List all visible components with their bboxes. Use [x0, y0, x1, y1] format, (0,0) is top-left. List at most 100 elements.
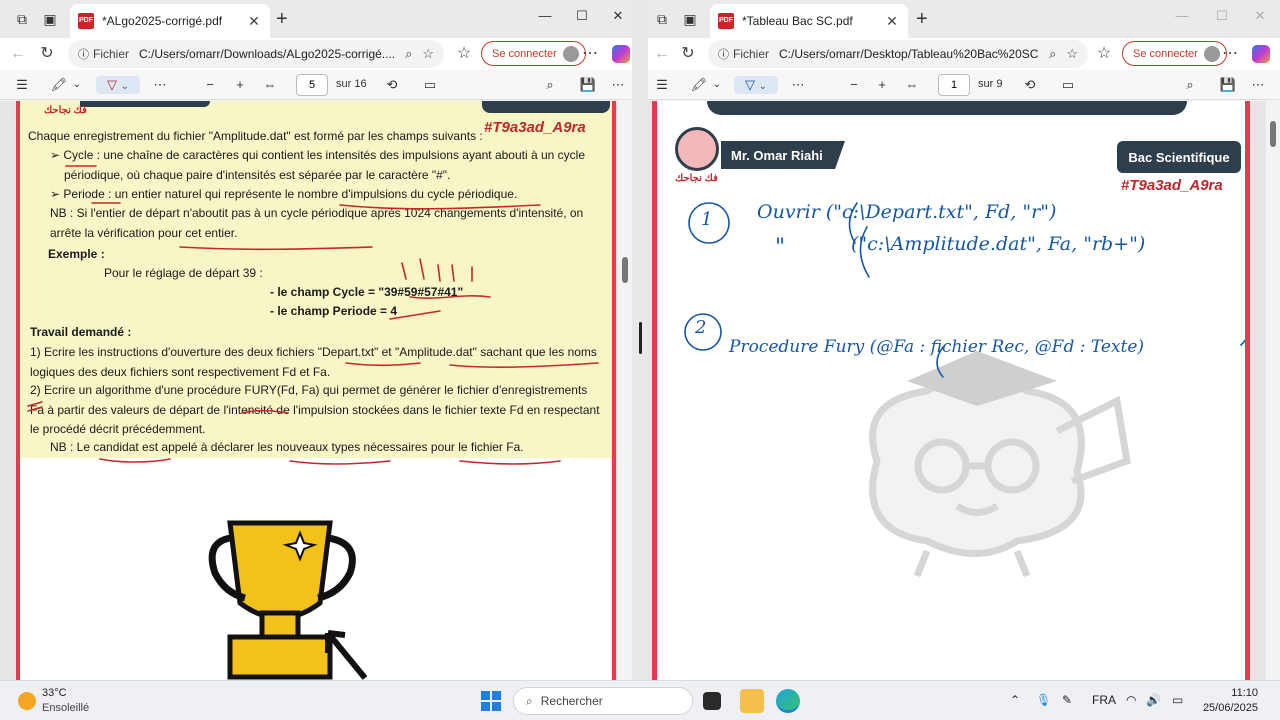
highlight-chevron-icon[interactable]: ⌄ — [710, 76, 724, 94]
clock[interactable]: 11:10 25/06/2025 — [1203, 686, 1258, 716]
task-view-icon[interactable] — [703, 692, 721, 710]
search-icon: ⌕ — [526, 693, 533, 708]
scrollbar-thumb[interactable] — [1270, 121, 1276, 147]
pdf-icon: PDF — [718, 13, 734, 29]
page-view-icon[interactable]: ▭ — [420, 76, 440, 94]
page-view-icon[interactable]: ▭ — [1058, 76, 1078, 94]
edge-browser-icon[interactable] — [776, 689, 800, 713]
copilot-icon[interactable] — [1252, 45, 1270, 63]
page-total: sur 16 — [336, 78, 367, 90]
battery-icon[interactable]: ▭ — [1172, 693, 1183, 707]
pdf-toolbar: ☰ 🖍 ⌄ ▽ ⌄ ⋯ − + ⇔ 5 sur 16 ⟲ ▭ ⌕ 💾 ⋯ — [0, 70, 632, 100]
favorite-star-icon[interactable]: ☆ — [422, 46, 434, 62]
show-hidden-icons[interactable]: ⌃ — [1010, 693, 1020, 707]
hw-question-1: 1 — [701, 209, 713, 230]
pdf-page: فك نجاحك Mr. Omar Riahi Bac Scientifique… — [652, 101, 1250, 680]
windows-taskbar: 33°C Ensoleillé ⌕ Rechercher ⌃ 🎙 ✎ FRA ◠… — [0, 680, 1280, 720]
avatar-icon — [562, 45, 579, 62]
favorites-icon[interactable]: ☆ — [454, 44, 474, 64]
start-button[interactable] — [481, 691, 501, 711]
highlight-icon[interactable]: 🖍 — [688, 76, 710, 94]
save-icon[interactable]: 💾 — [578, 76, 598, 94]
tab-algo-pdf[interactable]: PDF *ALgo2025-corrigé.pdf ✕ — [70, 4, 270, 38]
more-menu-icon[interactable]: ⋯ — [1220, 44, 1240, 64]
close-window-button[interactable]: ✕ — [1248, 8, 1272, 24]
info-icon[interactable]: ⓘ — [78, 46, 89, 62]
date-text: 25/06/2025 — [1202, 702, 1258, 714]
weather-condition[interactable]: Ensoleillé — [42, 702, 89, 714]
copilot-icon[interactable] — [612, 45, 630, 63]
more-menu-icon[interactable]: ⋯ — [580, 44, 600, 64]
refresh-button[interactable]: ↻ — [678, 44, 698, 64]
fit-page-icon[interactable]: ⇔ — [260, 76, 280, 94]
file-scheme-label: Fichier — [733, 47, 770, 61]
highlight-icon[interactable]: 🖍 — [48, 76, 70, 94]
highlight-chevron-icon[interactable]: ⌄ — [70, 76, 84, 94]
sign-in-button[interactable]: Se connecter — [1122, 41, 1227, 66]
pen-icon[interactable]: ✎ — [1062, 693, 1072, 707]
divider-grip[interactable] — [639, 322, 642, 354]
zoom-icon[interactable]: ⌕ — [405, 46, 412, 62]
close-tab-icon[interactable]: ✕ — [884, 13, 900, 30]
language-indicator[interactable]: FRA — [1092, 693, 1116, 707]
pdf-more-icon[interactable]: ⋯ — [1248, 76, 1268, 94]
pdf-icon: PDF — [78, 13, 94, 29]
maximize-button[interactable]: ☐ — [570, 8, 594, 24]
address-input[interactable]: ⓘ Fichier C:/Users/omarr/Downloads/ALgo2… — [68, 40, 444, 68]
minimize-button[interactable]: — — [1170, 8, 1194, 23]
close-tab-icon[interactable]: ✕ — [246, 13, 262, 30]
maximize-button[interactable]: ☐ — [1210, 8, 1234, 24]
info-icon[interactable]: ⓘ — [718, 46, 729, 62]
pdf-viewer[interactable]: فك نجاحك Mr. Omar Riahi Bac Scientifique… — [648, 101, 1280, 680]
address-input[interactable]: ⓘ Fichier C:/Users/omarr/Desktop/Tableau… — [708, 40, 1088, 68]
wifi-icon[interactable]: ◠ — [1126, 693, 1136, 707]
volume-icon[interactable]: 🔊 — [1146, 693, 1161, 707]
more-tools-icon[interactable]: ⋯ — [150, 76, 170, 94]
workspaces-icon[interactable]: ⧉ — [652, 9, 672, 29]
temperature[interactable]: 33°C — [42, 687, 67, 699]
zoom-icon[interactable]: ⌕ — [1049, 46, 1056, 62]
more-tools-icon[interactable]: ⋯ — [788, 76, 808, 94]
zoom-in-button[interactable]: + — [230, 76, 250, 94]
page-number-input[interactable]: 1 — [938, 74, 970, 96]
split-divider[interactable] — [632, 0, 648, 680]
close-window-button[interactable]: ✕ — [606, 8, 630, 24]
address-bar-row: ← ↻ ⓘ Fichier C:/Users/omarr/Downloads/A… — [0, 38, 632, 70]
new-tab-button[interactable]: + — [276, 8, 288, 31]
page-number-input[interactable]: 5 — [296, 74, 328, 96]
pdf-more-icon[interactable]: ⋯ — [608, 76, 628, 94]
toc-icon[interactable]: ☰ — [12, 76, 32, 94]
rotate-icon[interactable]: ⟲ — [382, 76, 402, 94]
microphone-icon[interactable]: 🎙 — [1036, 693, 1051, 707]
tab-actions-icon[interactable]: ▣ — [680, 9, 700, 29]
file-explorer-icon[interactable] — [740, 689, 764, 713]
minimize-button[interactable]: — — [533, 8, 557, 23]
zoom-in-button[interactable]: + — [872, 76, 892, 94]
pdf-viewer[interactable]: فك نجاحك #T9a3ad_A9ra Chaque enregistrem… — [0, 101, 632, 680]
vertical-scrollbar[interactable] — [618, 101, 632, 680]
back-button[interactable]: ← — [652, 44, 672, 64]
draw-icon[interactable]: ▽ ⌄ — [734, 76, 778, 94]
tab-tableau-pdf[interactable]: PDF *Tableau Bac SC.pdf ✕ — [710, 4, 908, 38]
search-icon[interactable]: ⌕ — [540, 76, 560, 94]
rotate-icon[interactable]: ⟲ — [1020, 76, 1040, 94]
tab-actions-icon[interactable]: ▣ — [40, 9, 60, 29]
favorite-star-icon[interactable]: ☆ — [1066, 46, 1078, 62]
workspaces-icon[interactable]: ⧉ — [12, 9, 32, 29]
favorites-icon[interactable]: ☆ — [1094, 44, 1114, 64]
vertical-scrollbar[interactable] — [1266, 101, 1280, 680]
taskbar-search[interactable]: ⌕ Rechercher — [513, 687, 693, 715]
back-button[interactable]: ← — [8, 44, 28, 64]
zoom-out-button[interactable]: − — [200, 76, 220, 94]
refresh-button[interactable]: ↻ — [37, 44, 57, 64]
scrollbar-thumb[interactable] — [622, 257, 628, 283]
draw-icon[interactable]: ▽ ⌄ — [96, 76, 140, 94]
sun-icon[interactable] — [18, 692, 36, 710]
zoom-out-button[interactable]: − — [844, 76, 864, 94]
search-icon[interactable]: ⌕ — [1180, 76, 1200, 94]
toc-icon[interactable]: ☰ — [652, 76, 672, 94]
new-tab-button[interactable]: + — [916, 8, 928, 31]
fit-page-icon[interactable]: ⇔ — [902, 76, 922, 94]
save-icon[interactable]: 💾 — [1218, 76, 1238, 94]
sign-in-button[interactable]: Se connecter — [481, 41, 586, 66]
